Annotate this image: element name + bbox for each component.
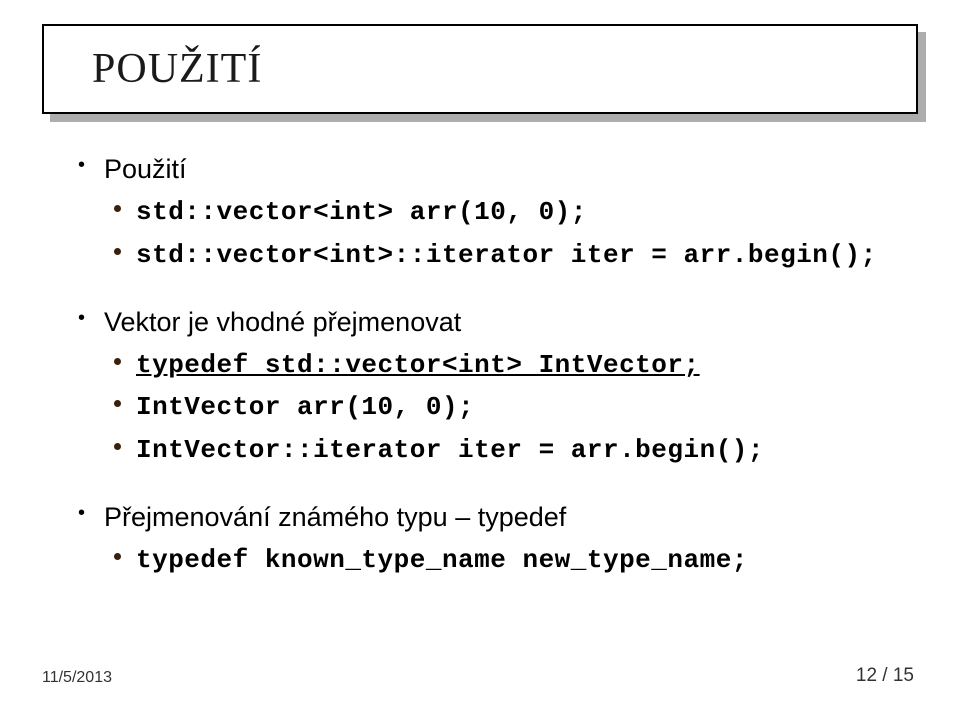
block-2: Vektor je vhodné přejmenovat typedef std…: [78, 303, 898, 470]
bullet-heading-text: Použití: [104, 154, 187, 184]
slide-content: Použití std::vector<int> arr(10, 0); std…: [78, 150, 898, 608]
code-line: IntVector arr(10, 0);: [114, 386, 898, 427]
bullet-heading-text: Přejmenování známého typu – typedef: [104, 502, 566, 532]
bullet-heading: Přejmenování známého typu – typedef: [78, 498, 898, 537]
code-line: std::vector<int>::iterator iter = arr.be…: [114, 234, 898, 275]
code-line: typedef std::vector<int> IntVector;: [114, 344, 898, 385]
code-line: IntVector::iterator iter = arr.begin();: [114, 429, 898, 470]
slide: POUŽITÍ Použití std::vector<int> arr(10,…: [0, 0, 960, 713]
block-3: Přejmenování známého typu – typedef type…: [78, 498, 898, 580]
code-text: std::vector<int> arr(10, 0);: [136, 197, 587, 227]
code-text: std::vector<int>::iterator iter = arr.be…: [136, 240, 877, 270]
bullet-heading: Použití: [78, 150, 898, 189]
code-text: typedef known_type_name new_type_name;: [136, 545, 748, 575]
bullet-heading: Vektor je vhodné přejmenovat: [78, 303, 898, 342]
slide-title: POUŽITÍ: [92, 45, 262, 93]
code-line: typedef known_type_name new_type_name;: [114, 539, 898, 580]
footer-date: 11/5/2013: [42, 669, 112, 687]
title-box: POUŽITÍ: [42, 24, 918, 114]
code-text: IntVector arr(10, 0);: [136, 392, 474, 422]
code-text: IntVector::iterator iter = arr.begin();: [136, 435, 764, 465]
bullet-heading-text: Vektor je vhodné přejmenovat: [104, 307, 461, 337]
block-1: Použití std::vector<int> arr(10, 0); std…: [78, 150, 898, 275]
footer-page: 12 / 15: [856, 665, 914, 687]
code-text-underlined: typedef std::vector<int> IntVector;: [136, 350, 700, 380]
code-line: std::vector<int> arr(10, 0);: [114, 191, 898, 232]
